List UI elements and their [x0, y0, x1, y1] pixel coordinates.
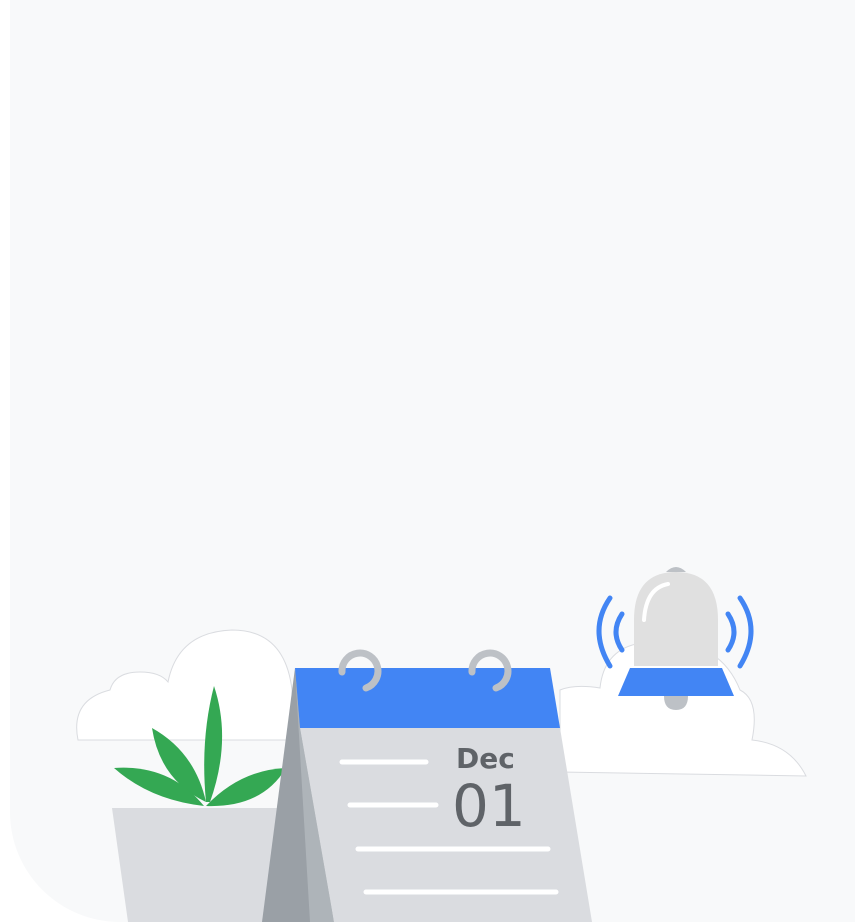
calendar-reminder-illustration: Dec 01	[76, 567, 807, 922]
bell-icon	[596, 567, 754, 710]
calendar-day: 01	[452, 772, 526, 840]
calendar-month: Dec	[456, 742, 515, 775]
calendar-icon: Dec 01	[262, 649, 592, 922]
